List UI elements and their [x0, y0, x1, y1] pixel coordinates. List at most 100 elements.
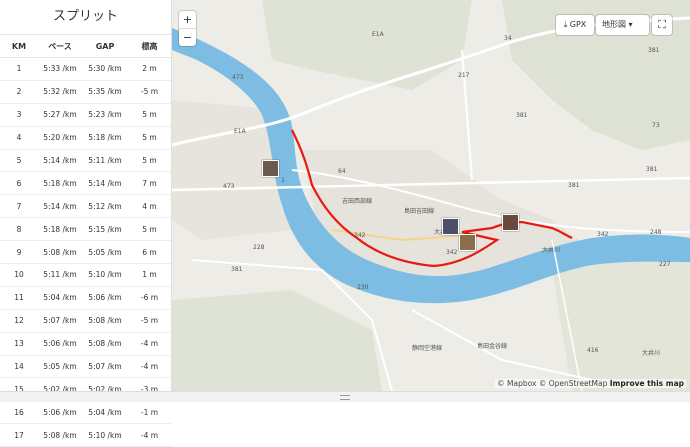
- split-row: 7 5:14 /km 5:12 /km 4 m: [0, 194, 171, 219]
- map-canvas[interactable]: E1AE1A吉田西部線島田吉田線大井川大井川342342381230217641…: [172, 0, 690, 391]
- header-km: KM: [0, 35, 38, 58]
- terrain-area: [262, 0, 472, 90]
- split-pace: 5:08 /km: [38, 240, 82, 265]
- split-km: 12: [0, 309, 38, 333]
- split-gap: 5:15 /km: [82, 217, 128, 242]
- split-elevation: 6 m: [128, 240, 171, 265]
- split-gap: 5:10 /km: [82, 263, 128, 287]
- split-row: 17 5:08 /km 5:10 /km -4 m: [0, 423, 171, 447]
- split-elevation: 1 m: [128, 263, 171, 287]
- zoom-in-button[interactable]: +: [179, 11, 196, 28]
- fullscreen-icon: ⛶: [658, 18, 666, 31]
- activity-photo[interactable]: [442, 218, 459, 235]
- split-elevation: 7 m: [128, 171, 171, 196]
- split-row: 9 5:08 /km 5:05 /km 6 m: [0, 240, 171, 265]
- map-label: 342: [597, 231, 609, 238]
- map-label: 島田金谷線: [477, 342, 507, 350]
- split-gap: 5:30 /km: [82, 57, 128, 81]
- split-row: 12 5:07 /km 5:08 /km -5 m: [0, 309, 171, 333]
- map-layer-select[interactable]: 地形図 ▾: [596, 15, 649, 35]
- split-pace: 5:20 /km: [38, 126, 82, 150]
- activity-photo[interactable]: [262, 160, 279, 177]
- split-gap: 5:10 /km: [82, 423, 128, 447]
- map-label: 473: [232, 74, 244, 81]
- split-row: 3 5:27 /km 5:23 /km 5 m: [0, 103, 171, 127]
- gpx-download-button[interactable]: ⤓ GPX: [556, 15, 594, 35]
- split-row: 10 5:11 /km 5:10 /km 1 m: [0, 263, 171, 287]
- map-label: 大井川: [642, 349, 660, 357]
- map-label: 228: [253, 244, 265, 251]
- caret-down-icon: ▾: [628, 20, 633, 29]
- split-gap: 5:06 /km: [82, 286, 128, 310]
- map-label: 381: [231, 266, 243, 273]
- mapbox-link[interactable]: © Mapbox: [497, 379, 536, 388]
- split-row: 11 5:04 /km 5:06 /km -6 m: [0, 286, 171, 310]
- split-km: 9: [0, 240, 38, 265]
- split-km: 2: [0, 80, 38, 104]
- map-label: 島田吉田線: [404, 207, 434, 215]
- map-label: 473: [223, 183, 235, 190]
- map-label: 大井川: [542, 246, 560, 254]
- route-map[interactable]: E1AE1A吉田西部線島田吉田線大井川大井川342342381230217641…: [172, 0, 690, 391]
- map-label: 416: [587, 347, 599, 354]
- terrain-area: [552, 250, 690, 391]
- split-row: 8 5:18 /km 5:15 /km 5 m: [0, 217, 171, 242]
- split-elevation: -5 m: [128, 80, 171, 104]
- split-pace: 5:06 /km: [38, 400, 82, 425]
- map-label: 吉田西部線: [342, 197, 372, 205]
- split-km: 1: [0, 57, 38, 81]
- split-elevation: -4 m: [128, 332, 171, 356]
- map-label: E1A: [234, 128, 247, 135]
- gpx-label: GPX: [569, 20, 587, 29]
- zoom-out-button[interactable]: −: [179, 28, 196, 46]
- download-icon: ⤓: [563, 20, 568, 29]
- map-label: E1A: [372, 31, 385, 38]
- split-km: 4: [0, 126, 38, 150]
- split-elevation: 5 m: [128, 103, 171, 127]
- header-pace: ペース: [38, 35, 82, 58]
- split-gap: 5:04 /km: [82, 400, 128, 425]
- map-attribution: © Mapbox © OpenStreetMap Improve this ma…: [495, 379, 686, 388]
- map-label: 381: [648, 47, 660, 54]
- activity-photo[interactable]: [502, 214, 519, 231]
- activity-photo[interactable]: [459, 234, 476, 251]
- split-gap: 5:35 /km: [82, 80, 128, 104]
- map-label: 381: [646, 166, 658, 173]
- header-elevation: 標高: [128, 35, 171, 58]
- terrain-area: [172, 290, 382, 391]
- split-row: 2 5:32 /km 5:35 /km -5 m: [0, 80, 171, 104]
- split-elevation: -6 m: [128, 286, 171, 310]
- split-km: 3: [0, 103, 38, 127]
- map-label: 381: [516, 112, 528, 119]
- resize-handle[interactable]: [0, 391, 690, 402]
- fullscreen-button[interactable]: ⛶: [652, 15, 672, 35]
- split-row: 1 5:33 /km 5:30 /km 2 m: [0, 57, 171, 81]
- map-label: 34: [504, 35, 512, 42]
- split-pace: 5:05 /km: [38, 355, 82, 379]
- split-km: 10: [0, 263, 38, 287]
- split-row: 5 5:14 /km 5:11 /km 5 m: [0, 149, 171, 173]
- split-elevation: -4 m: [128, 355, 171, 379]
- improve-map-link[interactable]: Improve this map: [610, 379, 684, 388]
- header-gap: GAP: [82, 35, 128, 58]
- map-label: 230: [357, 284, 369, 291]
- split-km: 7: [0, 194, 38, 219]
- grip-icon: [340, 395, 350, 400]
- split-pace: 5:04 /km: [38, 286, 82, 310]
- split-pace: 5:08 /km: [38, 423, 82, 447]
- split-gap: 5:12 /km: [82, 194, 128, 219]
- splits-title: スプリット: [0, 0, 171, 35]
- map-label: 248: [650, 229, 662, 236]
- split-pace: 5:11 /km: [38, 263, 82, 287]
- split-gap: 5:23 /km: [82, 103, 128, 127]
- split-gap: 5:14 /km: [82, 171, 128, 196]
- osm-link[interactable]: © OpenStreetMap: [539, 379, 608, 388]
- split-km: 14: [0, 355, 38, 379]
- split-gap: 5:18 /km: [82, 126, 128, 150]
- split-km: 11: [0, 286, 38, 310]
- split-gap: 5:05 /km: [82, 240, 128, 265]
- split-km: 13: [0, 332, 38, 356]
- split-row: 4 5:20 /km 5:18 /km 5 m: [0, 126, 171, 150]
- map-label: 73: [652, 122, 660, 129]
- map-label: 381: [568, 182, 580, 189]
